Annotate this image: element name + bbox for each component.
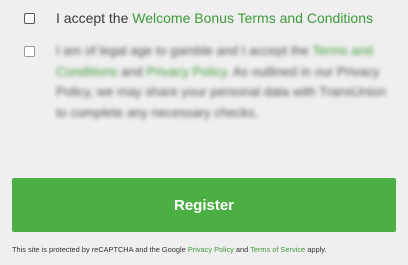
bonus-terms-link[interactable]: Welcome Bonus Terms and Conditions xyxy=(132,10,373,26)
registration-consent-section: I accept the Welcome Bonus Terms and Con… xyxy=(0,0,408,265)
bonus-terms-label: I accept the Welcome Bonus Terms and Con… xyxy=(56,8,373,28)
recaptcha-notice: This site is protected by reCAPTCHA and … xyxy=(12,245,326,255)
recaptcha-prefix: This site is protected by reCAPTCHA and … xyxy=(12,245,188,254)
recaptcha-and-text: and xyxy=(233,245,251,254)
legal-age-checkbox[interactable] xyxy=(24,46,35,57)
bonus-terms-checkbox[interactable] xyxy=(24,13,35,24)
register-button[interactable]: Register xyxy=(12,178,396,232)
legal-and-text: and xyxy=(117,63,147,79)
legal-age-label: I am of legal age to gamble and I accept… xyxy=(56,41,386,123)
recaptcha-suffix: apply. xyxy=(305,245,327,254)
legal-privacy-link[interactable]: Privacy Policy xyxy=(146,64,226,79)
bonus-terms-prefix: I accept the xyxy=(56,10,133,26)
legal-age-prefix: I am of legal age to gamble and I accept… xyxy=(56,43,313,58)
google-privacy-link[interactable]: Privacy Policy xyxy=(188,245,234,254)
google-terms-link[interactable]: Terms of Service xyxy=(250,245,305,254)
